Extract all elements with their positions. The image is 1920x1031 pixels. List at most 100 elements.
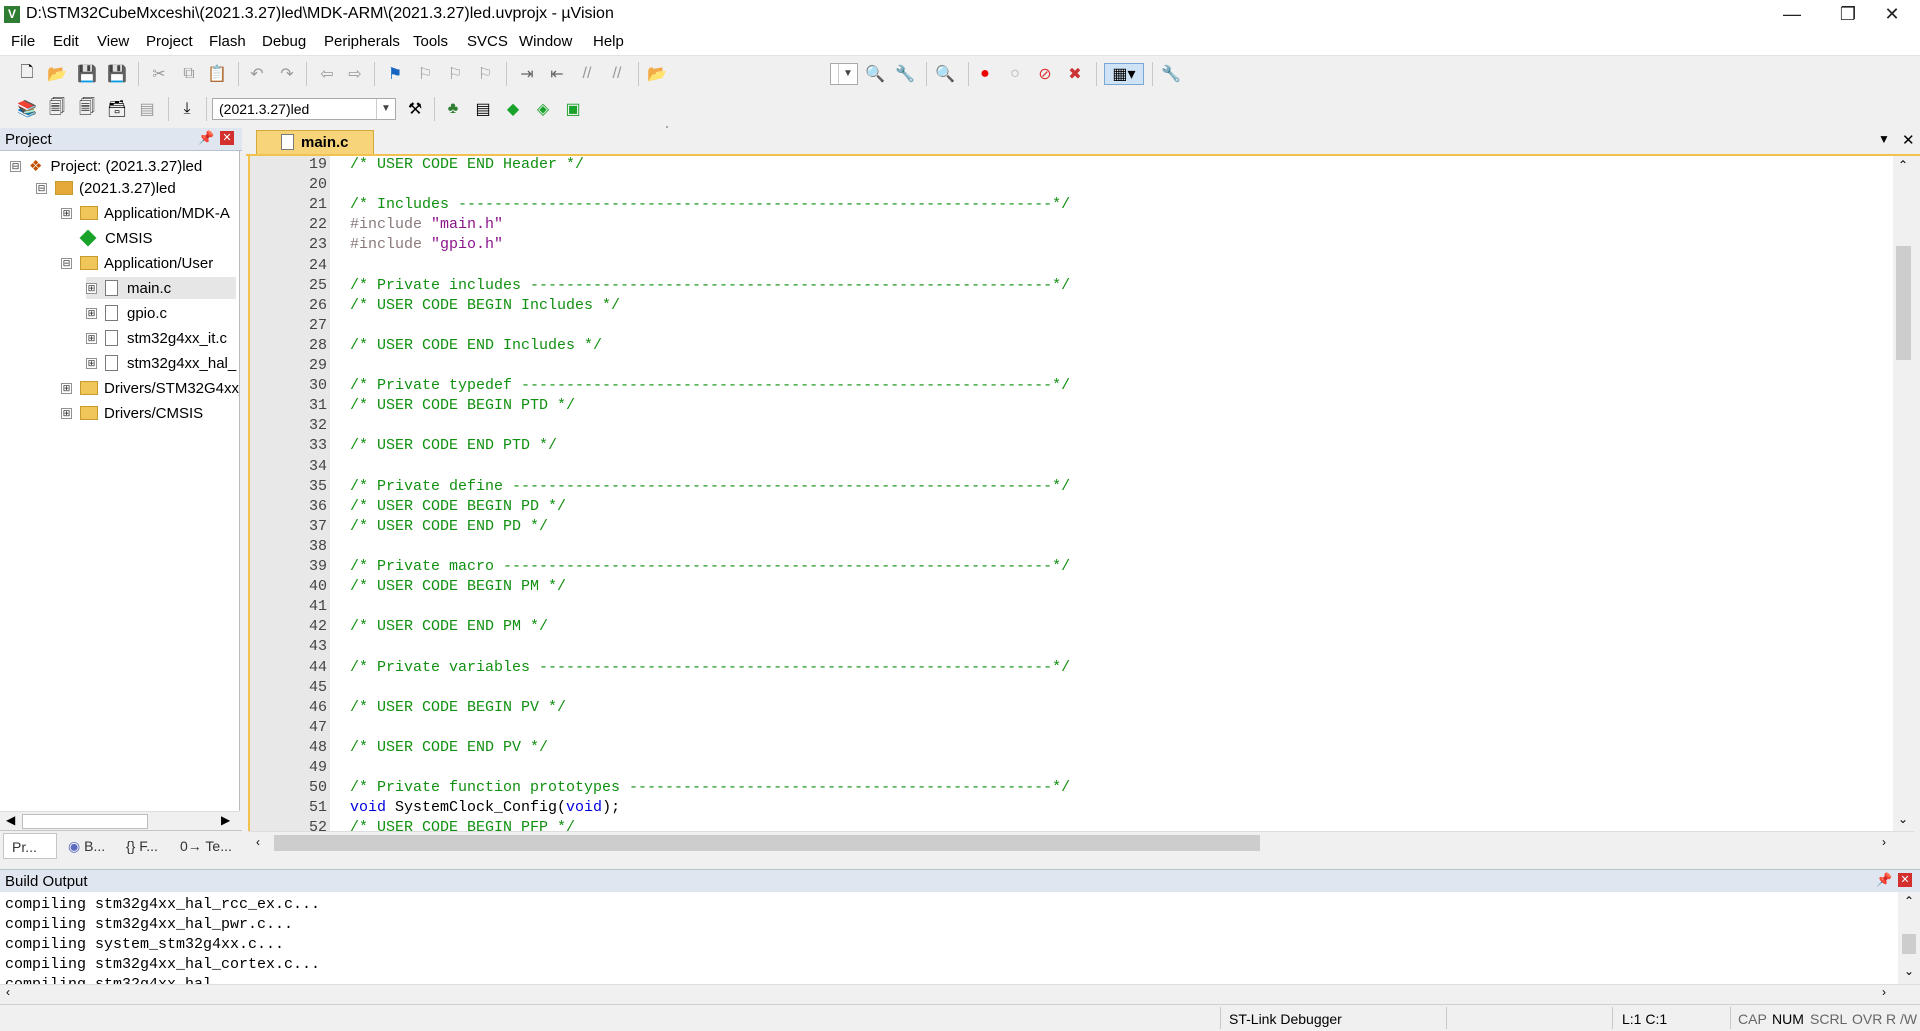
tab-main-c[interactable]: main.c <box>256 130 374 154</box>
project-horizontal-scrollbar[interactable]: ◀ ▶ <box>0 811 239 829</box>
tree-node-group[interactable]: ⊞ Application/MDK-A <box>61 202 230 224</box>
find-icon[interactable]: 🔍 <box>864 63 886 85</box>
indent-icon[interactable]: ⇥ <box>516 63 538 85</box>
expand-icon[interactable]: ⊞ <box>61 407 72 419</box>
pin-icon[interactable]: 📌 <box>1876 872 1892 888</box>
find-in-files-icon[interactable]: 📂 <box>646 63 668 85</box>
tree-node-group[interactable]: ⊟ Application/User <box>61 252 213 274</box>
manage-project-items-icon[interactable]: ♣ <box>442 98 464 120</box>
unindent-icon[interactable]: ⇤ <box>546 63 568 85</box>
scroll-up-icon[interactable]: ⌃ <box>1904 894 1914 908</box>
debug-session-icon[interactable]: 🔍 <box>934 63 956 85</box>
options-for-target-icon[interactable]: ⚒ <box>404 98 426 120</box>
rebuild-icon[interactable]: 🗐 <box>76 98 98 120</box>
menu-file[interactable]: File <box>11 33 35 50</box>
scroll-thumb[interactable] <box>1902 934 1916 954</box>
scroll-left-icon[interactable]: ‹ <box>6 985 10 999</box>
tab-functions[interactable]: {} F... <box>126 833 158 859</box>
save-all-icon[interactable]: 💾 <box>106 63 128 85</box>
collapse-icon[interactable]: ⊟ <box>61 257 72 269</box>
tree-node-file[interactable]: ⊞ stm32g4xx_it.c <box>86 327 227 349</box>
minimize-button[interactable]: — <box>1764 0 1820 30</box>
configure-icon[interactable]: 🔧 <box>1160 63 1182 85</box>
stop-build-icon[interactable]: ▤ <box>136 98 158 120</box>
scroll-thumb[interactable] <box>1896 246 1911 360</box>
tab-templates[interactable]: 0→ Te... <box>180 833 232 859</box>
scroll-thumb[interactable] <box>274 835 1260 851</box>
code-editor[interactable]: 19 20 21 22 23 24 25 26 27 28 29 30 31 32 33 34 35 36 37 38… <box>248 156 1897 831</box>
clear-bookmarks-icon[interactable]: ⚐ <box>474 63 496 85</box>
close-tab-icon[interactable]: ✕ <box>1902 131 1915 149</box>
expand-icon[interactable]: ⊞ <box>61 382 72 394</box>
close-panel-icon[interactable]: ✕ <box>1898 873 1912 887</box>
tree-node-target[interactable]: ⊟ (2021.3.27)led <box>36 177 176 199</box>
find-combo[interactable]: ▼ <box>830 63 858 85</box>
menu-tools[interactable]: Tools <box>413 33 448 50</box>
scroll-thumb[interactable] <box>22 814 148 829</box>
window-layout-button[interactable]: ▦▾ <box>1104 63 1144 85</box>
tree-node-cmsis[interactable]: CMSIS <box>61 227 153 249</box>
open-file-icon[interactable]: 📂 <box>46 63 68 85</box>
download-load-icon[interactable]: ⤓ <box>176 98 198 120</box>
expand-icon[interactable]: ⊞ <box>86 357 97 369</box>
tree-node-file[interactable]: ⊞ stm32g4xx_hal_ <box>86 352 236 374</box>
scroll-right-icon[interactable]: ▶ <box>221 813 230 827</box>
scroll-left-icon[interactable]: ‹ <box>256 835 260 849</box>
navigate-forward-icon[interactable]: ⇨ <box>344 63 366 85</box>
expand-icon[interactable]: ⊞ <box>86 332 97 344</box>
manage-rte-icon[interactable]: ◆ <box>502 98 524 120</box>
collapse-icon[interactable]: ⊟ <box>10 160 21 172</box>
disable-breakpoints-icon[interactable]: ⊘ <box>1034 63 1056 85</box>
scroll-down-icon[interactable]: ⌄ <box>1904 964 1914 978</box>
close-button[interactable]: ✕ <box>1864 0 1920 30</box>
redo-icon[interactable]: ↷ <box>276 63 298 85</box>
undo-icon[interactable]: ↶ <box>246 63 268 85</box>
new-file-icon[interactable]: 🗋 <box>16 63 38 85</box>
scroll-right-icon[interactable]: › <box>1882 985 1886 999</box>
scroll-down-icon[interactable]: ⌄ <box>1898 812 1908 826</box>
menu-view[interactable]: View <box>97 33 129 50</box>
build-horizontal-scrollbar[interactable]: ‹ › <box>0 984 1920 1003</box>
scroll-up-icon[interactable]: ⌃ <box>1898 158 1908 172</box>
bookmark-icon[interactable]: ⚑ <box>384 63 406 85</box>
uncomment-icon[interactable]: // <box>606 63 628 85</box>
menu-edit[interactable]: Edit <box>53 33 79 50</box>
translate-icon[interactable]: 📚 <box>16 98 38 120</box>
pack-installer-icon[interactable]: ◈ <box>532 98 554 120</box>
event-recorder-icon[interactable]: ▣ <box>562 98 584 120</box>
kill-breakpoints-icon[interactable]: ✖ <box>1064 63 1086 85</box>
tree-node-group[interactable]: ⊞ Drivers/STM32G4xx_ <box>61 377 239 399</box>
enable-breakpoint-icon[interactable]: ○ <box>1004 63 1026 85</box>
menu-debug[interactable]: Debug <box>262 33 306 50</box>
tree-node-file[interactable]: ⊞ gpio.c <box>86 302 167 324</box>
menu-window[interactable]: Window <box>519 33 572 50</box>
build-output-text[interactable]: compiling stm32g4xx_hal_rcc_ex.c... comp… <box>0 892 1898 984</box>
incremental-find-icon[interactable]: 🔧 <box>894 63 916 85</box>
navigate-back-icon[interactable]: ⇦ <box>316 63 338 85</box>
copy-icon[interactable]: ⧉ <box>178 63 200 85</box>
editor-vertical-scrollbar[interactable]: ⌃ ⌄ <box>1893 156 1914 831</box>
target-select[interactable]: (2021.3.27)led ▼ <box>212 98 396 120</box>
menu-project[interactable]: Project <box>146 33 193 50</box>
cut-icon[interactable]: ✂ <box>148 63 170 85</box>
expand-icon[interactable]: ⊞ <box>86 307 97 319</box>
scroll-right-icon[interactable]: › <box>1882 835 1886 849</box>
build-vertical-scrollbar[interactable]: ⌃ ⌄ <box>1898 892 1920 984</box>
build-icon[interactable]: 🗐 <box>46 98 68 120</box>
scroll-left-icon[interactable]: ◀ <box>6 813 15 827</box>
tree-node-project[interactable]: ⊟ ❖ Project: (2021.3.27)led <box>10 155 202 177</box>
editor-horizontal-scrollbar[interactable]: ‹ › <box>248 831 1914 854</box>
menu-help[interactable]: Help <box>593 33 624 50</box>
tab-project[interactable]: Pr... <box>3 833 57 859</box>
menu-peripherals[interactable]: Peripherals <box>324 33 400 50</box>
expand-icon[interactable]: ⊞ <box>86 282 97 294</box>
comment-icon[interactable]: // <box>576 63 598 85</box>
tab-list-dropdown-icon[interactable]: ▼ <box>1878 132 1890 146</box>
collapse-icon[interactable]: ⊟ <box>36 182 47 194</box>
tree-node-file-selected[interactable]: ⊞ main.c <box>86 277 236 299</box>
paste-icon[interactable]: 📋 <box>206 63 228 85</box>
select-packs-icon[interactable]: ▤ <box>472 98 494 120</box>
menu-flash[interactable]: Flash <box>209 33 246 50</box>
tab-books[interactable]: ◉ B... <box>64 833 105 859</box>
expand-icon[interactable]: ⊞ <box>61 207 72 219</box>
